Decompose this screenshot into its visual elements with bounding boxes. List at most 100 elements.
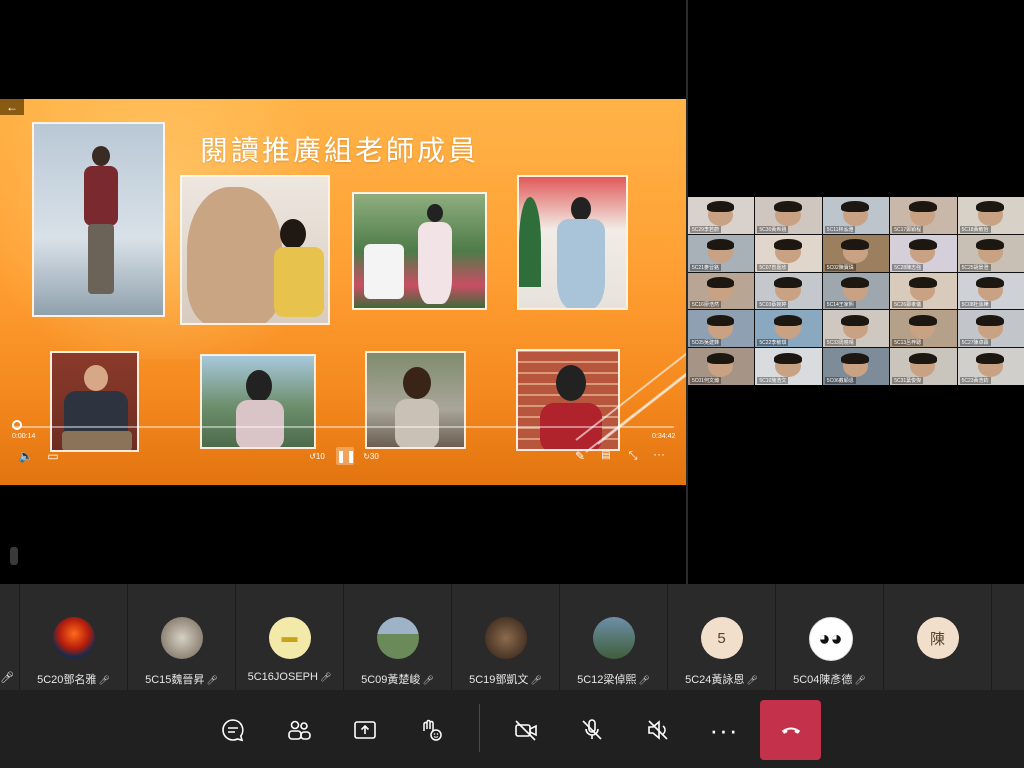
video-tile-name: 5C02陳寶珠 [824,263,856,271]
video-tile-name: 5C29李若蔚 [690,225,721,233]
teacher-photo-1 [32,122,165,317]
call-toolbar: ··· [0,690,1024,768]
video-tile-name: 5C30黃希翹 [757,225,789,233]
rewind-button[interactable]: ↺10 [309,450,325,464]
participant-video-hair [908,201,937,213]
participant-video-hair [976,277,1005,289]
shared-slide: ← 閱讀推廣組老師成員 0:00:14 0:34:42 🔈 ▭ ↺10 ❚❚ ↻… [0,99,686,485]
participant-name-text: 5C09黃楚峻 [361,674,421,686]
camera-off-icon[interactable] [496,700,556,760]
participant-video-hair [976,314,1005,326]
participant-card[interactable]: 5C12梁倬熙 🎤︎ [560,584,668,690]
video-tile[interactable]: 5C23黃浩鈞 [957,348,1024,385]
speaker-off-icon[interactable] [628,700,688,760]
participant-card[interactable]: ▬ 5C16JOSEPH 🎤︎ [236,584,344,690]
time-total: 0:34:42 [652,433,676,440]
video-tile-name: 5C28陳志強 [892,263,924,271]
pen-icon[interactable]: ✎ [572,449,588,463]
participant-card-partial[interactable]: 🎤︎ [0,584,20,690]
participant-video-hair [841,201,870,213]
video-tile[interactable]: 5C18黃敏怡 [957,197,1024,234]
mic-muted-icon: 🎤︎ [854,675,866,685]
participant-card[interactable]: ◕◕ 5C04陳彥德 🎤︎ [776,584,884,690]
video-tile[interactable]: 5C05吳建鋒 [688,310,755,348]
participant-video-hair [908,352,937,364]
video-tile[interactable]: 5C16廖浩然 [688,272,755,310]
participant-name: 5C20鄧名雅 🎤︎ [20,671,127,687]
captions-icon[interactable]: ▭ [45,449,61,463]
participant-card[interactable]: 5C15魏晉昇 🎤︎ [128,584,236,690]
volume-icon[interactable]: 🔈 [18,449,34,463]
time-elapsed: 0:00:14 [12,433,36,440]
avatar [160,617,203,659]
video-tile[interactable]: 5C25胡景澄 [957,234,1024,272]
video-tile[interactable]: 5C27陳卓霖 [957,310,1024,348]
video-tile-name: 5C08杜泳樺 [959,301,991,309]
mic-off-icon[interactable] [562,700,622,760]
video-tile[interactable]: 5C07曾嘉欣 [755,234,822,272]
participant-grid: 5C29李若蔚 5C30黃希翹 5C11林泓雅 5C17鄭穎程 5C18黃敏怡 5C21麥… [688,197,1024,385]
seek-knob[interactable] [11,420,22,430]
forward-button[interactable]: ↻30 [363,450,379,464]
teacher-photo-4 [517,175,628,310]
video-tile[interactable]: 5C26鄭孝儀 [890,272,957,310]
more-options-icon[interactable]: ··· [651,447,667,461]
avatar: ◕◕ [808,617,853,661]
video-tile[interactable]: 5C33周曉晴 [822,310,890,348]
video-tile-name: 5C16廖浩然 [690,301,721,309]
hangup-icon [781,727,800,734]
video-tile[interactable]: 5C06戴穎恩 [822,348,890,385]
video-tile[interactable]: 5C29李若蔚 [688,197,755,234]
avatar-initial: 5 [700,617,743,659]
people-icon[interactable] [269,700,329,760]
video-tile[interactable]: 5C10施浩文 [755,348,822,385]
participant-card[interactable]: 5C09黃楚峻 🎤︎ [344,584,452,690]
meeting-stage: ← 閱讀推廣組老師成員 0:00:14 0:34:42 🔈 ▭ ↺10 ❚❚ ↻… [0,0,1024,584]
video-tile[interactable]: 5C01何文瀚 [688,348,755,385]
mic-muted-icon: 🎤︎ [530,675,542,685]
pause-button[interactable]: ❚❚ [336,447,356,465]
participant-video-hair [908,239,937,251]
video-tile[interactable]: 5C03蔡婉婷 [755,272,822,310]
participant-video-hair [841,352,870,364]
video-tile[interactable]: 5C08杜泳樺 [957,272,1024,310]
participant-card[interactable]: 5C19鄧凱文 🎤︎ [452,584,560,690]
video-tile[interactable]: 5C14王家熙 [822,272,890,310]
teacher-photo-2 [180,175,330,325]
participant-video-hair [773,201,802,213]
display-icon[interactable]: ▤ [598,449,614,463]
participant-card[interactable]: 5 5C24黃詠恩 🎤︎ [668,584,776,690]
video-tile-name: 5C07曾嘉欣 [757,263,789,271]
mic-muted-icon: 🎤︎ [422,675,434,685]
seek-bar[interactable] [12,426,674,428]
video-tile[interactable]: 5C22李敏琪 [755,310,822,348]
hangup-button[interactable] [760,700,821,760]
video-tile[interactable]: 5C11林泓雅 [822,197,890,234]
back-button[interactable]: ← [0,99,24,115]
video-tile[interactable]: 5C17鄭穎程 [890,197,957,234]
video-tile-name: 5C11林泓雅 [824,225,856,233]
video-tile[interactable]: 5C31葉俊傑 [890,348,957,385]
more-icon[interactable]: ··· [694,700,754,760]
participant-card[interactable]: 陳 [884,584,992,690]
participant-name: 5C19鄧凱文 🎤︎ [452,671,559,687]
participant-mic-icon: 🎤︎ [0,672,14,684]
participant-video-hair [841,239,870,251]
react-icon[interactable] [401,700,461,760]
video-tile[interactable]: 5C21麥晉銘 [688,234,755,272]
participant-name: 5C09黃楚峻 🎤︎ [344,671,451,687]
participant-name-text: 5C19鄧凱文 [469,674,529,686]
side-handle[interactable] [10,547,18,565]
video-tile[interactable]: 5C30黃希翹 [755,197,822,234]
participant-name: 5C15魏晉昇 🎤︎ [128,671,235,687]
avatar-initial: 陳 [916,617,959,659]
video-tile[interactable]: 5C28陳志強 [890,234,957,272]
video-tile[interactable]: 5C13呂梓聰 [890,310,957,348]
video-tile[interactable]: 5C02陳寶珠 [822,234,890,272]
share-icon[interactable] [335,700,395,760]
video-tile-name: 5C22李敏琪 [757,339,789,347]
chat-icon[interactable] [203,700,263,760]
participant-video-hair [976,201,1005,213]
collapse-icon[interactable]: ⤡ [625,449,641,463]
participant-card[interactable]: 5C20鄧名雅 🎤︎ [20,584,128,690]
